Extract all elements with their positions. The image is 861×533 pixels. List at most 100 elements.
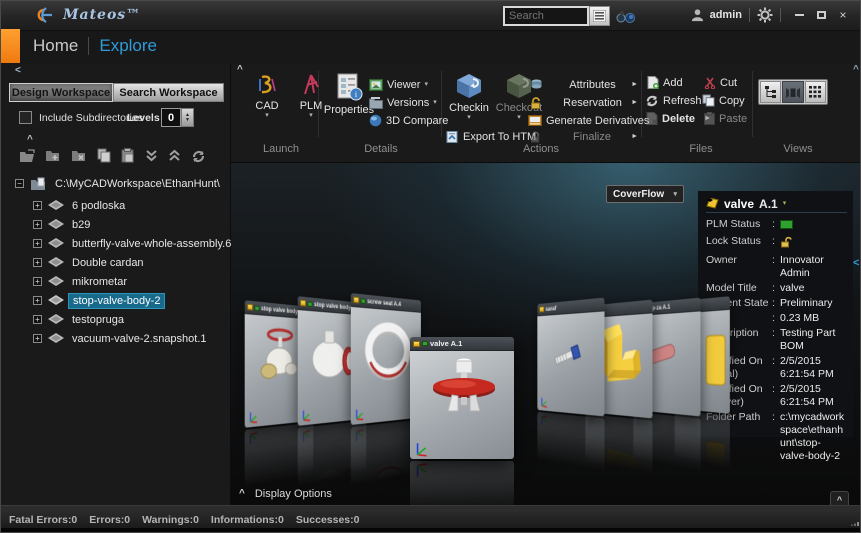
tab-search-workspace[interactable]: Search Workspace xyxy=(113,83,224,102)
dropdown-icon[interactable]: ▾ xyxy=(265,112,269,119)
collapse-node-icon[interactable]: − xyxy=(15,179,24,188)
tree-root-label[interactable]: C:\MyCADWorkspace\EthanHunt\ xyxy=(51,177,224,191)
include-subdirectories-checkbox[interactable] xyxy=(19,111,32,124)
viewer-button[interactable]: Viewer ▾ xyxy=(369,77,428,92)
expand-node-icon[interactable]: + xyxy=(33,258,42,267)
finalize-button[interactable]: Finalize ► xyxy=(530,129,638,144)
dropdown-icon[interactable]: ▾ xyxy=(424,81,428,88)
expand-all-icon[interactable] xyxy=(145,149,158,162)
delete-button[interactable]: Delete ► xyxy=(646,111,711,126)
view-mode-dropdown[interactable]: CoverFlow ▾ xyxy=(606,185,684,203)
expand-node-icon[interactable]: + xyxy=(33,220,42,229)
tree-item-label[interactable]: Double cardan xyxy=(68,256,148,270)
tree-item-label[interactable]: testopruga xyxy=(68,313,128,327)
close-button[interactable]: × xyxy=(832,7,854,23)
generate-derivatives-button[interactable]: Generate Derivatives xyxy=(528,113,649,128)
scroll-up-button[interactable]: ^ xyxy=(830,491,849,505)
user-icon xyxy=(690,8,705,23)
collapse-all-icon[interactable] xyxy=(168,149,181,162)
tree-item[interactable]: + b29 xyxy=(33,216,94,233)
tree-item-label[interactable]: b29 xyxy=(68,218,94,232)
tree-item-label[interactable]: vacuum-valve-2.snapshot.1 xyxy=(68,332,211,346)
property-label: PLM Status xyxy=(706,218,772,233)
refresh-icon[interactable] xyxy=(191,149,206,163)
panel-collapse-icon[interactable]: < xyxy=(853,257,859,269)
property-value: Preliminary xyxy=(780,297,833,310)
dropdown-icon[interactable]: ▾ xyxy=(433,99,437,106)
cut-button[interactable]: Cut xyxy=(704,75,737,90)
checkin-icon xyxy=(455,73,483,99)
tree-item[interactable]: + Double cardan xyxy=(33,254,148,271)
add-folder-icon[interactable] xyxy=(45,149,61,163)
spin-down-icon[interactable]: ▼ xyxy=(185,118,190,123)
dropdown-icon[interactable]: ▾ xyxy=(309,112,313,119)
expand-node-icon[interactable]: + xyxy=(33,334,42,343)
dropdown-icon[interactable]: ▾ xyxy=(467,114,471,121)
tree-item-label[interactable]: stop-valve-body-2 xyxy=(68,293,165,309)
tree-item[interactable]: + 6 podloska xyxy=(33,197,129,214)
tree-item-label[interactable]: 6 podloska xyxy=(68,199,129,213)
splitter-bar[interactable] xyxy=(1,505,861,512)
tab-design-workspace[interactable]: Design Workspace xyxy=(9,83,113,102)
coverflow-card-selected[interactable]: valve A.1 xyxy=(410,337,514,459)
minimize-button[interactable] xyxy=(788,7,810,23)
dropdown-icon[interactable]: ▾ xyxy=(517,114,521,121)
expand-node-icon[interactable]: + xyxy=(33,201,42,210)
tab-explore[interactable]: Explore xyxy=(99,36,157,56)
tree-item[interactable]: + testopruga xyxy=(33,311,128,328)
expand-node-icon[interactable]: + xyxy=(33,315,42,324)
copy-icon[interactable] xyxy=(97,148,111,163)
paste-icon[interactable] xyxy=(121,148,135,163)
cad-icon xyxy=(254,73,280,97)
expand-node-icon[interactable]: + xyxy=(33,239,42,248)
cad-button[interactable]: CAD ▾ xyxy=(243,73,291,119)
reservation-button[interactable]: Reservation ► xyxy=(530,95,638,110)
user-name[interactable]: admin xyxy=(710,9,742,21)
tree-item[interactable]: + vacuum-valve-2.snapshot.1 xyxy=(33,330,211,347)
tab-home[interactable]: Home xyxy=(33,36,78,56)
copy-button[interactable]: Copy xyxy=(702,93,745,108)
search-options-button[interactable] xyxy=(589,6,610,26)
tree-view-button[interactable] xyxy=(760,81,781,103)
paste-button[interactable]: Paste xyxy=(704,111,747,126)
coverflow-view-button[interactable] xyxy=(782,81,803,103)
submenu-icon: ► xyxy=(631,99,638,106)
levels-value[interactable]: 0 xyxy=(161,108,181,127)
binoculars-icon[interactable] xyxy=(616,9,636,23)
refresh-button[interactable]: Refresh xyxy=(645,93,702,108)
compare-3d-button[interactable]: 3D Compare xyxy=(369,113,448,128)
add-button[interactable]: Add xyxy=(647,75,683,90)
expand-node-icon[interactable]: + xyxy=(33,296,42,305)
display-options-toggle[interactable]: ^ Display Options xyxy=(239,488,332,500)
remove-folder-icon[interactable] xyxy=(71,149,87,163)
export-to-htm-button[interactable]: Export To HTM xyxy=(446,129,536,144)
collapse-ribbon-icon[interactable]: ^ xyxy=(237,65,243,75)
tree-item[interactable]: + butterfly-valve-whole-assembly.6 xyxy=(33,235,235,252)
tree-item-label[interactable]: butterfly-valve-whole-assembly.6 xyxy=(68,237,235,251)
maximize-button[interactable] xyxy=(810,7,832,23)
tree-item-selected[interactable]: + stop-valve-body-2 xyxy=(33,292,165,309)
expand-node-icon[interactable]: + xyxy=(33,277,42,286)
resize-grip-icon[interactable] xyxy=(850,516,860,526)
tree-toolbar xyxy=(19,148,206,163)
collapse-panel-icon[interactable]: < xyxy=(15,66,21,76)
levels-arrows[interactable]: ▲ ▼ xyxy=(181,108,194,127)
gear-icon[interactable] xyxy=(757,7,773,23)
coverflow-card[interactable]: saraf xyxy=(537,298,604,417)
reservation-label: Reservation xyxy=(547,97,638,109)
versions-button[interactable]: Versions ▾ xyxy=(369,95,437,110)
properties-button[interactable]: i Properties xyxy=(323,73,375,116)
chevron-down-icon[interactable]: ▾ xyxy=(783,200,787,207)
ribbon-overflow-icon[interactable]: ^ xyxy=(853,65,859,75)
collapse-toolbar-icon[interactable]: ^ xyxy=(27,135,33,145)
tree-item-label[interactable]: mikrometar xyxy=(68,275,131,289)
mateos-logo-icon xyxy=(33,6,57,24)
checkin-button[interactable]: Checkin ▾ xyxy=(445,73,493,121)
property-value: 2/5/2015 6:21:54 PM xyxy=(780,355,847,381)
attributes-button[interactable]: Attributes ► xyxy=(530,77,638,92)
search-input[interactable] xyxy=(503,6,589,26)
tree-item[interactable]: + mikrometar xyxy=(33,273,131,290)
thumbnail-view-button[interactable] xyxy=(805,81,826,103)
open-folder-icon[interactable] xyxy=(19,149,35,163)
tree-root-row[interactable]: − C:\MyCADWorkspace\EthanHunt\ xyxy=(15,175,224,192)
